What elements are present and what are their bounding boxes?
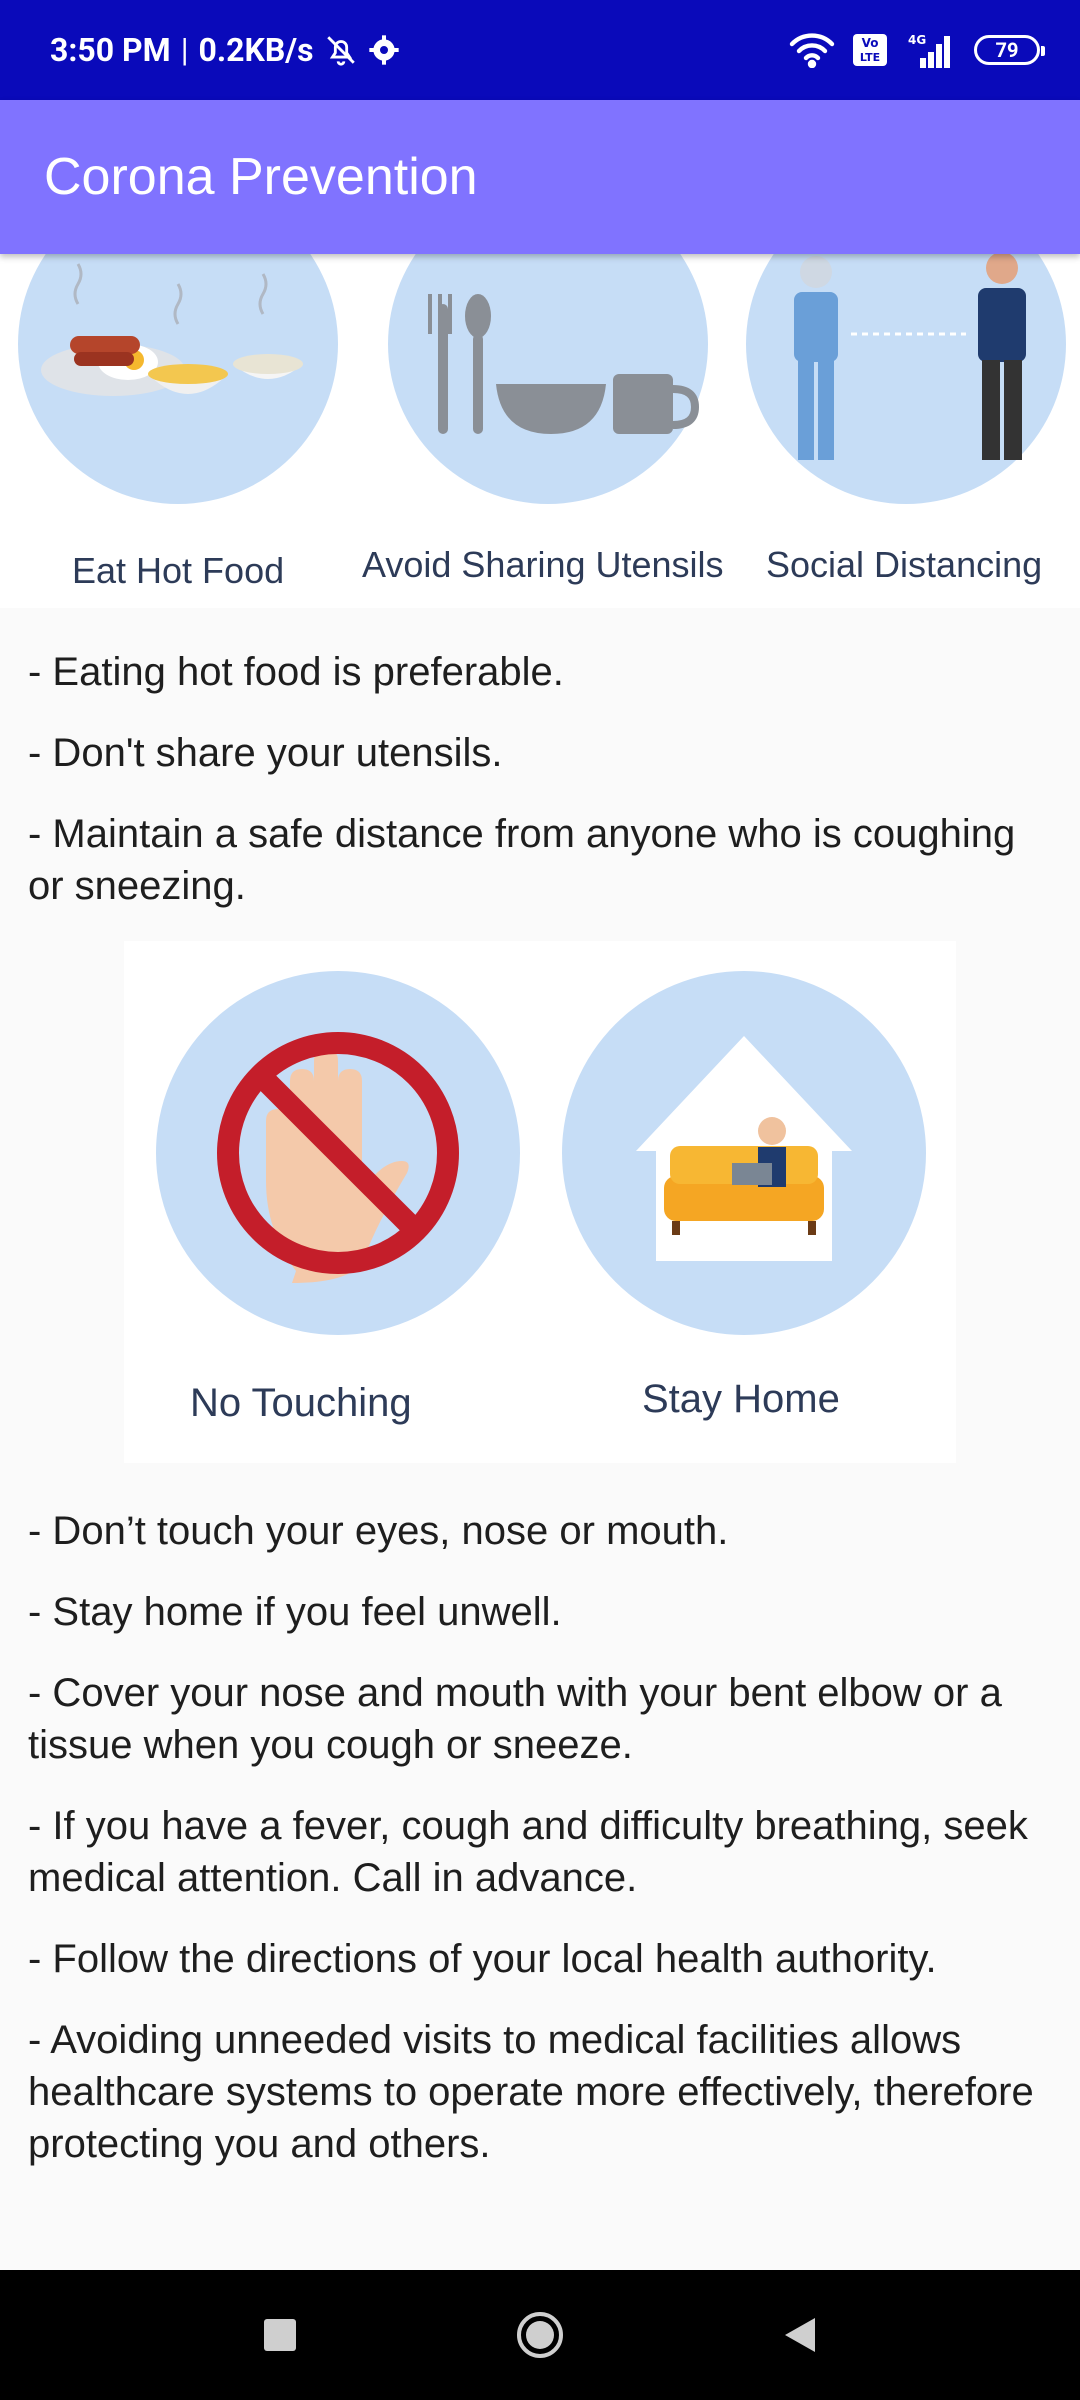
home-button[interactable]: [500, 2295, 580, 2375]
home-circle-icon: [517, 2312, 563, 2358]
recents-button[interactable]: [240, 2295, 320, 2375]
system-nav-bar: [0, 2270, 1080, 2400]
status-bar: 3:50 PM | 0.2KB/s Vo LTE 4G 79: [0, 0, 1080, 100]
tip-item: - Don’t touch your eyes, nose or mouth.: [28, 1509, 729, 1553]
battery-icon: 79: [974, 35, 1045, 65]
tip-item: - Avoiding unneeded visits to medical fa…: [28, 2018, 1034, 2166]
back-button[interactable]: [760, 2295, 840, 2375]
tip-item: - Maintain a safe distance from anyone w…: [28, 812, 1016, 908]
label-avoid-sharing-utensils: Avoid Sharing Utensils: [362, 544, 724, 585]
content-scroll[interactable]: Eat Hot Food Avoid Sharing Utensils Soci…: [0, 254, 1080, 2270]
app-bar: Corona Prevention: [0, 100, 1080, 254]
tip-item: - Cover your nose and mouth with your be…: [28, 1671, 1002, 1767]
battery-level: 79: [995, 38, 1019, 62]
label-no-touching: No Touching: [190, 1381, 412, 1425]
tip-item: - Stay home if you feel unwell.: [28, 1590, 562, 1634]
label-social-distancing: Social Distancing: [766, 544, 1043, 585]
utensils-circle: [388, 254, 708, 504]
status-right: Vo LTE 4G 79: [788, 32, 1045, 68]
label-eat-hot-food: Eat Hot Food: [72, 550, 285, 591]
prevention-banner-middle: No Touching Stay Home: [124, 941, 956, 1463]
recents-square-icon: [264, 2319, 296, 2351]
signal-icon: 4G: [904, 32, 958, 68]
status-time: 3:50 PM: [50, 31, 171, 69]
volte-icon: Vo LTE: [852, 33, 888, 67]
no-touching-circle: [156, 971, 520, 1335]
status-separator: |: [180, 31, 189, 69]
tips-list-1: - Eating hot food is preferable. - Don't…: [0, 608, 1080, 912]
distancing-circle: [746, 254, 1066, 504]
prevention-banner-top: Eat Hot Food Avoid Sharing Utensils Soci…: [0, 254, 1080, 608]
tip-item: - If you have a fever, cough and difficu…: [28, 1804, 1028, 1900]
wifi-icon: [788, 32, 836, 68]
utensils-icon: [428, 294, 700, 434]
hot-food-icon: [41, 263, 303, 396]
tips-list-2: - Don’t touch your eyes, nose or mouth. …: [0, 1505, 1080, 2170]
network-speed: 0.2KB/s: [198, 31, 314, 69]
gear-icon: [368, 34, 400, 66]
stay-home-circle: [562, 971, 926, 1335]
tip-item: - Follow the directions of your local he…: [28, 1937, 937, 1981]
hot-food-circle: [18, 254, 338, 504]
svg-text:4G: 4G: [908, 33, 926, 47]
label-stay-home: Stay Home: [642, 1377, 840, 1421]
svg-text:Vo: Vo: [862, 36, 879, 50]
no-touching-icon: [217, 1032, 459, 1283]
tip-item: - Eating hot food is preferable.: [28, 650, 564, 694]
status-left: 3:50 PM | 0.2KB/s: [50, 31, 400, 69]
app-title: Corona Prevention: [44, 148, 478, 206]
social-distancing-icon: [794, 254, 1026, 460]
tip-item: - Don't share your utensils.: [28, 731, 503, 775]
bell-off-icon: [324, 33, 358, 67]
svg-text:LTE: LTE: [860, 51, 880, 64]
back-triangle-icon: [785, 2318, 815, 2352]
stay-home-icon: [636, 1036, 852, 1261]
